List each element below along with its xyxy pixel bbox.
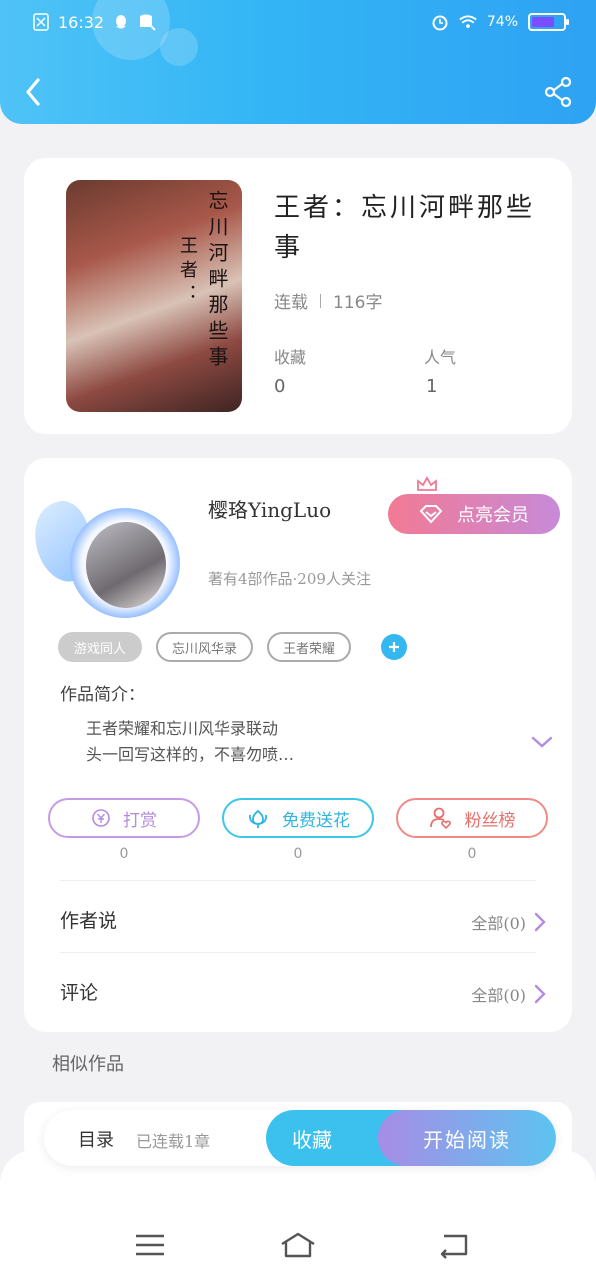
flower-count: 0 <box>293 846 303 862</box>
intro-line: 王者荣耀和忘川风华录联动 <box>86 719 279 738</box>
bottom-action-bar: 目录 已连载1章 收藏 开始阅读 <box>44 1110 556 1166</box>
return-icon[interactable] <box>434 1230 474 1260</box>
battery-icon <box>528 13 569 31</box>
alarm-icon <box>431 13 449 31</box>
status-bar: 16:32 74% <box>32 10 569 34</box>
similar-works-label: 相似作品 <box>52 1054 124 1075</box>
popularity-value: 1 <box>426 376 438 397</box>
reward-count: 0 <box>119 846 129 862</box>
intro-label: 作品简介： <box>60 685 145 705</box>
battery-percent: 74% <box>486 14 518 30</box>
chevron-right-icon <box>534 912 546 932</box>
fan-count: 0 <box>467 846 477 862</box>
author-avatar[interactable] <box>24 476 190 626</box>
author-says-all-link[interactable]: 全部(0) <box>471 910 546 934</box>
start-reading-button[interactable]: 开始阅读 <box>378 1110 556 1166</box>
cover-subtitle-text: 王者： <box>177 236 198 308</box>
system-nav-bar <box>0 1150 596 1280</box>
book-title: 王者：忘川河畔那些事 <box>274 193 536 263</box>
wifi-icon <box>459 13 477 31</box>
author-card: 樱珞YingLuo 点亮会员 著有4部作品·209人关注 游戏同人 忘川风华录 … <box>24 458 572 1032</box>
author-says-label: 作者说 <box>60 910 118 932</box>
qq-icon <box>112 13 130 31</box>
battery-level <box>532 17 555 27</box>
plus-icon <box>389 642 400 652</box>
fan-ranking-label: 粉丝榜 <box>464 810 516 831</box>
fan-icon <box>429 807 451 830</box>
chapter-count: 已连载1章 <box>136 1132 211 1151</box>
diamond-icon <box>419 505 443 524</box>
divider <box>60 952 536 953</box>
start-reading-label: 开始阅读 <box>423 1127 511 1152</box>
flower-icon <box>249 809 267 828</box>
book-cover[interactable]: 忘川河畔那些事 王者： <box>66 180 242 412</box>
comments-label: 评论 <box>60 982 99 1004</box>
tag[interactable]: 游戏同人 <box>58 632 143 662</box>
reward-label: 打赏 <box>123 810 157 831</box>
favorites-value: 0 <box>274 376 286 397</box>
status-time: 16:32 <box>58 12 105 32</box>
chevron-right-icon <box>534 984 546 1004</box>
home-icon[interactable] <box>278 1230 318 1260</box>
divider <box>60 880 536 881</box>
storage-icon <box>138 13 156 31</box>
fan-ranking-button[interactable]: 粉丝榜 <box>396 798 548 838</box>
table-of-contents-button[interactable]: 目录 <box>78 1126 114 1152</box>
avatar <box>86 522 166 608</box>
reward-button[interactable]: 打赏 <box>48 798 200 838</box>
comments-count: 全部(0) <box>471 986 526 1005</box>
add-tag-button[interactable] <box>381 634 408 660</box>
tag[interactable]: 王者荣耀 <box>267 632 352 662</box>
tag[interactable]: 忘川风华录 <box>156 632 254 662</box>
serial-status: 连载 <box>274 293 308 313</box>
back-button[interactable] <box>20 74 48 110</box>
status-divider <box>320 293 321 308</box>
tag-list: 游戏同人 忘川风华录 王者荣耀 <box>58 632 408 662</box>
word-count: 116字 <box>333 293 383 313</box>
author-meta: 著有4部作品·209人关注 <box>208 570 371 588</box>
author-says-count: 全部(0) <box>471 914 526 933</box>
cover-title-text: 忘川河畔那些事 <box>205 190 229 372</box>
favorite-button-label: 收藏 <box>292 1127 332 1152</box>
book-info-card: 忘川河畔那些事 王者： 王者：忘川河畔那些事 连载 116字 收藏 0 人气 1 <box>24 158 572 434</box>
app-notification-icon <box>32 13 50 31</box>
vip-button[interactable]: 点亮会员 <box>388 494 560 534</box>
yen-coin-icon <box>92 809 110 827</box>
author-name[interactable]: 樱珞YingLuo <box>208 494 331 523</box>
favorites-label: 收藏 <box>274 348 307 367</box>
vip-button-label: 点亮会员 <box>457 505 529 526</box>
expand-chevron-icon[interactable] <box>530 734 554 750</box>
crown-icon <box>417 476 437 491</box>
send-flower-label: 免费送花 <box>282 810 350 831</box>
popularity-label: 人气 <box>424 348 457 367</box>
menu-icon[interactable] <box>130 1230 170 1260</box>
comments-all-link[interactable]: 全部(0) <box>471 982 546 1006</box>
intro-text: 王者荣耀和忘川风华录联动 头一回写这样的，不喜勿喷… <box>86 716 294 768</box>
share-button[interactable] <box>544 76 574 108</box>
intro-line: 头一回写这样的，不喜勿喷… <box>86 745 295 764</box>
send-flower-button[interactable]: 免费送花 <box>222 798 374 838</box>
header: 16:32 74% <box>0 0 596 124</box>
book-status: 连载 116字 <box>274 288 382 313</box>
